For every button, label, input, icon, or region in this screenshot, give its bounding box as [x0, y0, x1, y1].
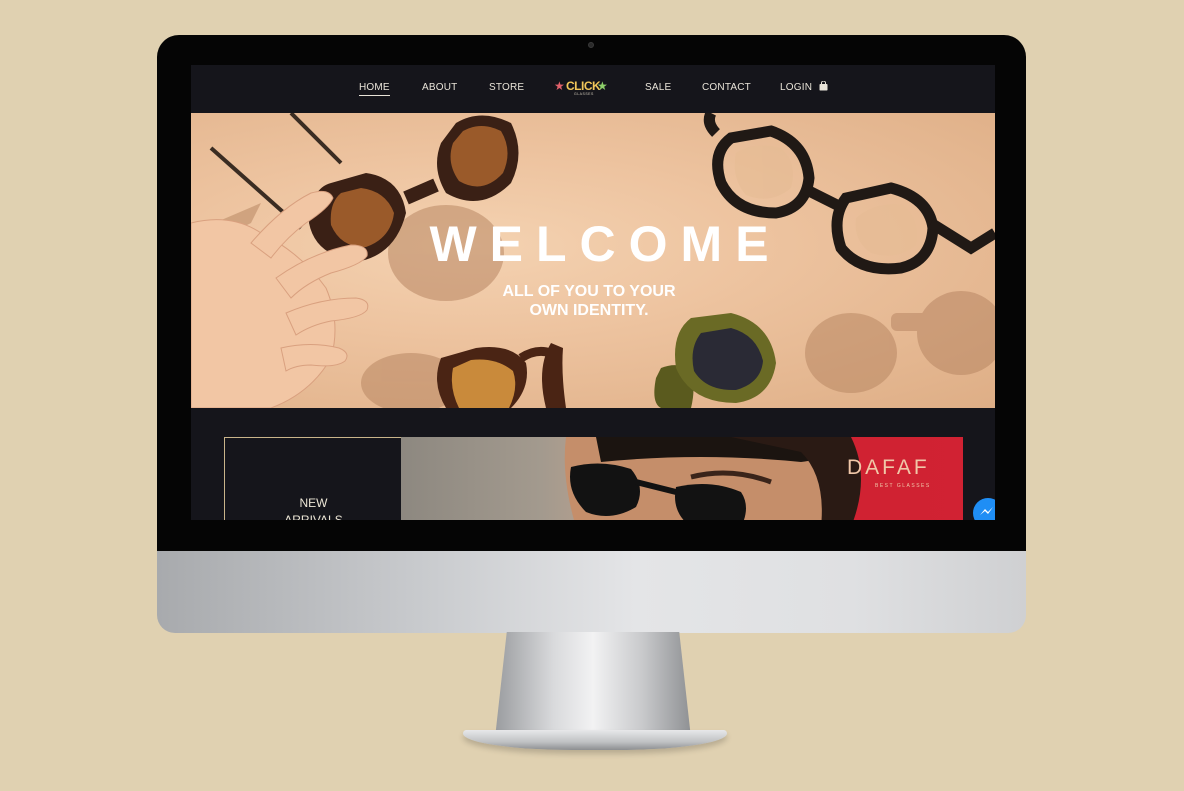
logo-wordmark: CLICK [566, 79, 601, 93]
nav-login[interactable]: LOGIN [780, 82, 812, 93]
monitor-chin [157, 551, 1026, 633]
site-logo[interactable]: ★ CLICK ★ GLASSES [554, 79, 610, 99]
new-arrivals-label: NEW ARRIVALS [225, 495, 402, 520]
nav-home[interactable]: HOME [359, 82, 390, 96]
new-arrivals-card[interactable]: NEW ARRIVALS [224, 437, 401, 520]
promo-section: NEW ARRIVALS DAFAF BEST GLASSES [191, 408, 995, 520]
new-arrivals-line: NEW [299, 496, 328, 510]
star-icon: ★ [597, 79, 608, 93]
star-icon: ★ [554, 79, 565, 93]
promo-banner[interactable]: DAFAF BEST GLASSES [401, 437, 963, 520]
banner-tagline: BEST GLASSES [875, 483, 931, 489]
monitor-stand [495, 632, 691, 738]
website-screen: HOME ABOUT STORE ★ CLICK ★ GLASSES SALE … [191, 65, 995, 520]
hero-subtitle-line: ALL OF YOU TO YOUR [502, 283, 676, 300]
shopping-bag-icon[interactable] [819, 81, 828, 91]
hero-subtitle: ALL OF YOU TO YOUR OWN IDENTITY. [191, 282, 995, 320]
top-navigation: HOME ABOUT STORE ★ CLICK ★ GLASSES SALE … [191, 65, 995, 113]
nav-store[interactable]: STORE [489, 82, 524, 93]
hero-banner: WELCOME ALL OF YOU TO YOUR OWN IDENTITY. [191, 113, 995, 408]
messenger-chat-icon[interactable] [973, 498, 995, 520]
nav-about[interactable]: ABOUT [422, 82, 457, 93]
nav-sale[interactable]: SALE [645, 82, 671, 93]
monitor-stand-base [463, 730, 727, 750]
chat-bolt-icon [980, 507, 993, 515]
hero-title: WELCOME [429, 216, 782, 272]
new-arrivals-line: ARRIVALS [284, 513, 343, 520]
logo-subtitle: GLASSES [574, 92, 594, 96]
hero-subtitle-line: OWN IDENTITY. [529, 302, 649, 319]
camera-icon [588, 42, 594, 48]
nav-contact[interactable]: CONTACT [702, 82, 751, 93]
banner-brand: DAFAF [847, 456, 930, 479]
